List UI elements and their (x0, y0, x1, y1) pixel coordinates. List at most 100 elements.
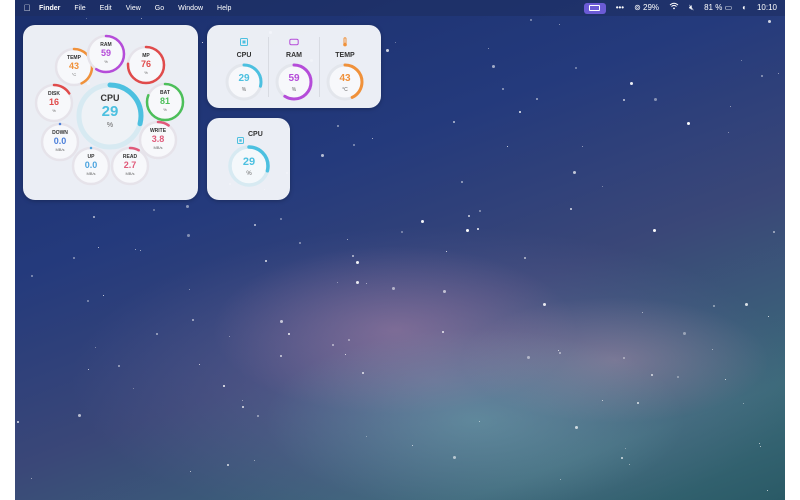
star (761, 75, 763, 77)
star (229, 336, 230, 337)
star (353, 144, 355, 146)
star (443, 290, 446, 293)
up-gauge: UP 0.0 MB/s (71, 146, 111, 186)
cpu-column-value: 29 (238, 73, 250, 84)
cpu-status-item[interactable]: ⊚ 29% (634, 0, 659, 16)
temp-column-value: 43 (339, 73, 351, 84)
battery-status-item[interactable]: 81 % ▭ (704, 0, 732, 16)
star (536, 98, 538, 100)
star (623, 99, 625, 101)
star (135, 249, 136, 250)
star (630, 82, 633, 85)
star (768, 20, 771, 23)
menu-window[interactable]: Window (178, 5, 203, 12)
system-stats-medium-widget[interactable]: CPU 29% RAM 59% TEMP 43 °C (207, 25, 381, 108)
star (140, 250, 141, 251)
thermometer-icon (340, 34, 350, 47)
star (321, 154, 324, 157)
menu-file[interactable]: File (74, 5, 85, 12)
star (768, 316, 769, 317)
star (395, 42, 396, 43)
star (280, 218, 282, 220)
cpu-small-value: 29 (242, 156, 256, 168)
cpu-chip-icon (239, 34, 249, 46)
star (87, 300, 89, 302)
star (773, 231, 775, 233)
cpu-main-value: 29 (101, 103, 119, 120)
star (153, 209, 155, 211)
cpu-small-widget[interactable]: CPU 29 % (207, 118, 290, 200)
star (559, 24, 560, 25)
star (93, 216, 95, 218)
menu-finder[interactable]: Finder (39, 5, 60, 12)
star (677, 376, 679, 378)
star (345, 354, 346, 355)
star (78, 414, 81, 417)
down-value: 0.0 (53, 136, 67, 146)
wifi-icon[interactable] (669, 0, 679, 16)
temp-column-gauge: 43 °C (325, 62, 365, 102)
system-stats-large-widget[interactable]: TEMP 43 °C DISK 16% DOWN 0.0 MB/s UP 0.0 MB/s READ 2… (23, 25, 198, 200)
menu-view[interactable]: View (126, 5, 141, 12)
cpu-main-gauge: CPU 29 % (75, 81, 145, 151)
apple-menu-icon[interactable]:  (15, 3, 39, 13)
star (254, 460, 255, 461)
menu-go[interactable]: Go (155, 5, 164, 12)
star (98, 247, 99, 248)
battery-percent: 81 % (704, 3, 723, 12)
star (265, 260, 267, 262)
star (479, 421, 480, 422)
star (745, 303, 748, 306)
star (190, 471, 191, 472)
star (103, 295, 104, 296)
star (602, 186, 603, 187)
star (223, 385, 225, 387)
mute-icon[interactable]: 🔇︎ (689, 0, 694, 16)
star (687, 122, 690, 125)
control-center-icon[interactable]: ◐ (742, 0, 747, 16)
star (199, 364, 200, 365)
screen-mirroring-icon[interactable] (583, 2, 606, 14)
more-dots-icon[interactable]: ••• (616, 0, 624, 16)
star (86, 18, 87, 19)
star (446, 251, 447, 252)
desktop-wallpaper:  Finder File Edit View Go Window Help •… (15, 0, 785, 500)
ram-value: 59 (100, 48, 111, 58)
star (637, 402, 639, 404)
star (337, 125, 339, 127)
star (725, 379, 726, 380)
star (560, 479, 561, 480)
star (280, 320, 283, 323)
star (683, 332, 686, 335)
star (356, 261, 359, 264)
star (347, 239, 348, 240)
star (88, 369, 89, 370)
star (348, 339, 350, 341)
temp-column-label: TEMP (335, 52, 355, 59)
menu-clock[interactable]: 10:10 (757, 0, 777, 16)
star (362, 372, 364, 374)
star (767, 490, 768, 491)
star (133, 388, 134, 389)
star (461, 181, 463, 183)
cpu-main-unit: % (106, 122, 114, 129)
star (558, 350, 559, 351)
ram-unit: % (104, 59, 108, 64)
temp-column-unit: °C (342, 87, 348, 93)
cpu-column-gauge: 29% (224, 62, 264, 102)
cpu-small-label: CPU (248, 131, 263, 138)
menu-bar:  Finder File Edit View Go Window Help •… (15, 0, 785, 16)
bat-unit: % (163, 107, 167, 112)
up-value: 0.0 (84, 160, 98, 170)
menu-help[interactable]: Help (217, 5, 231, 12)
mp-unit: % (144, 70, 148, 75)
star (17, 421, 19, 423)
star (575, 67, 577, 69)
star (254, 224, 256, 226)
star (488, 48, 489, 49)
star (118, 365, 120, 367)
star (642, 312, 643, 313)
menu-edit[interactable]: Edit (100, 5, 112, 12)
ram-icon (289, 34, 299, 46)
battery-icon: ▭ (724, 3, 733, 12)
